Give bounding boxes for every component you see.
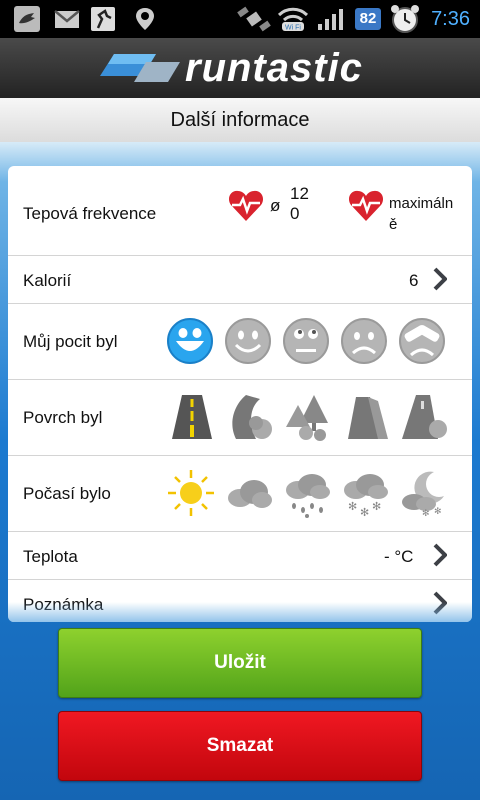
details-card: Tepová frekvence ø 12 0 maximáln ě Kalor… <box>8 166 472 622</box>
runtastic-notification-icon <box>91 7 115 31</box>
surface-forest-icon[interactable] <box>284 393 332 441</box>
temperature-value: - °C <box>384 547 414 566</box>
calories-row[interactable]: Kalorií 6 <box>8 256 472 304</box>
gps-satellite-icon <box>237 6 271 32</box>
chevron-right-icon <box>433 543 447 567</box>
status-bar: Wi Fi 82 7:36 <box>0 0 480 38</box>
weather-label: Počasí bylo <box>23 484 111 503</box>
face-sad-icon[interactable] <box>340 317 388 365</box>
heart-rate-max-icon <box>348 190 384 221</box>
face-happy-selected-icon[interactable] <box>166 317 214 365</box>
alarm-clock-icon <box>391 5 419 33</box>
surface-trail-icon[interactable] <box>226 393 274 441</box>
weather-snow-icon[interactable]: ✻ ✻ ✻ <box>340 468 390 518</box>
weather-cloudy-icon[interactable] <box>224 468 274 518</box>
temperature-row[interactable]: Teplota - °C <box>8 532 472 580</box>
heart-rate-max-label: maximáln ě <box>389 195 454 233</box>
temperature-label: Teplota <box>23 547 78 566</box>
runtastic-logo-icon <box>100 54 180 82</box>
chevron-right-icon <box>433 267 447 291</box>
heart-rate-row[interactable]: Tepová frekvence ø 12 0 maximáln ě <box>8 166 472 256</box>
surface-label: Povrch byl <box>23 408 103 427</box>
battery-indicator: 82 <box>355 8 381 30</box>
page-title: Další informace <box>170 109 310 131</box>
gmail-icon <box>54 10 80 28</box>
feeling-label: Můj pocit byl <box>23 332 118 351</box>
face-neutral-icon[interactable] <box>282 317 330 365</box>
brand-name: runtastic <box>185 46 363 90</box>
delete-button[interactable]: Smazat <box>58 711 422 781</box>
wifi-icon: Wi Fi <box>277 7 309 32</box>
weather-rain-icon[interactable] <box>282 468 332 518</box>
heart-rate-avg-icon <box>228 190 264 221</box>
status-time: 7:36 <box>431 8 470 30</box>
surface-road-icon[interactable] <box>168 393 216 441</box>
weather-row: Počasí bylo ✻ ✻ ✻ ✻ ✻ <box>8 456 472 532</box>
calories-value: 6 <box>409 271 419 290</box>
surface-asphalt-icon[interactable] <box>400 393 448 441</box>
app-header: runtastic <box>0 38 480 98</box>
face-smile-icon[interactable] <box>224 317 272 365</box>
surface-mountain-icon[interactable] <box>342 393 390 441</box>
svg-text:✻: ✻ <box>348 500 357 513</box>
weather-night-icon[interactable]: ✻ ✻ <box>398 468 448 518</box>
calories-label: Kalorií <box>23 271 72 290</box>
svg-text:✻: ✻ <box>360 506 369 518</box>
svg-text:✻: ✻ <box>434 507 442 517</box>
face-injured-icon[interactable] <box>398 317 446 365</box>
weather-sunny-icon[interactable] <box>166 468 216 518</box>
svg-text:✻: ✻ <box>422 509 430 518</box>
scroll-fade <box>8 602 472 622</box>
title-bar: Další informace <box>0 98 480 143</box>
svg-text:✻: ✻ <box>372 500 381 513</box>
feeling-row: Můj pocit byl <box>8 304 472 380</box>
heart-rate-avg-value: 12 0 <box>290 184 309 223</box>
location-icon <box>136 8 154 30</box>
save-button[interactable]: Uložit <box>58 628 422 698</box>
avg-symbol: ø <box>270 196 281 215</box>
surface-row: Povrch byl <box>8 380 472 456</box>
bird-notification-icon <box>14 6 40 32</box>
heart-rate-label: Tepová frekvence <box>23 204 157 223</box>
svg-text:Wi Fi: Wi Fi <box>285 25 301 32</box>
signal-icon <box>318 9 343 30</box>
